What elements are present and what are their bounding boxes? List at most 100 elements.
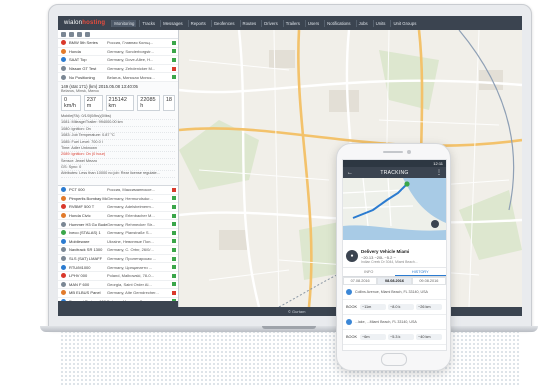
unit-address: Germany, Planstraße S... (107, 230, 152, 236)
unit-icon (61, 273, 66, 279)
unit-row[interactable]: MAN F 600 Georgia, Saint Order Al... (58, 281, 178, 290)
search-icon[interactable] (69, 31, 74, 37)
menu-item-3[interactable]: Reports (187, 19, 208, 27)
unit-name: Iveco (STALAS) 1 (69, 230, 101, 236)
unit-name: Nissan GT Test (69, 66, 97, 72)
connection-status-icon (172, 247, 176, 252)
unit-icon (61, 187, 66, 193)
grid-icon[interactable] (85, 31, 90, 37)
unit-row[interactable]: MB ELBUS Panel Germany, Alte Gerndrecher.… (58, 289, 178, 298)
unit-row[interactable]: SAAT Top Germany, Dove-Allee, H... (58, 56, 178, 65)
date-chip[interactable]: 09.08.2016 (411, 277, 446, 285)
unit-icon (61, 195, 66, 201)
connection-status-icon (172, 196, 176, 201)
more-menu-icon[interactable]: ⋮ (436, 169, 442, 176)
unit-address: Germany, Пролетарская ... (107, 256, 156, 262)
menu-item-10[interactable]: Jobs (355, 19, 370, 27)
settings-icon[interactable] (77, 31, 82, 37)
stat-value: 0 km/h (61, 94, 81, 111)
tab-info[interactable]: INFO (343, 268, 395, 276)
unit-row[interactable]: Honda Civic Germany, Erlenbacher M... (58, 212, 178, 221)
phone-screen: 12:11 ← TRACKING ⋮ ● Delivery Vehicle Mi… (342, 159, 447, 351)
unit-details-panel: 149 (stat 171) (km) 2015.05.08 13:40:05 … (58, 81, 178, 186)
connection-status-icon (172, 230, 176, 235)
menu-item-2[interactable]: Messages (160, 19, 185, 27)
menu-item-11[interactable]: Units (372, 19, 388, 27)
unit-name: PCT 000 (69, 187, 85, 193)
menu-item-5[interactable]: Routes (239, 19, 259, 27)
trip-list: Collins Avenue, Miami Beach, FL 33140, U… (343, 285, 446, 345)
unit-address: Ukraine, Невинные Поп... (107, 238, 154, 244)
unit-address: Poland, Malbowski, 78-0... (107, 273, 154, 279)
unit-icon (61, 230, 66, 236)
menu-item-4[interactable]: Geofences (210, 19, 237, 27)
phone-speaker (383, 151, 403, 153)
back-arrow-icon[interactable]: ← (347, 170, 353, 176)
unit-list-bottom: PCT 000 Россия, Максиманнское... Pimperlis… (58, 186, 178, 307)
unit-address: Germany, Zehdenicker M... (107, 66, 156, 72)
unit-row[interactable]: Hummer H3 Go Budet Germany, Rehmecker Str… (58, 220, 178, 229)
unit-name: MAN F 600 (69, 281, 90, 287)
detail-line: Attributes: Less than 10000 no job: Rear… (61, 171, 175, 178)
unit-icon (61, 264, 66, 270)
unit-row[interactable]: Honda Germany, Sonderborgstr... (58, 48, 178, 57)
trip-metric: ~6m (360, 334, 386, 340)
tab-history[interactable]: HISTORY (394, 268, 446, 276)
menu-item-0[interactable]: Monitoring (111, 19, 137, 27)
unit-address: Germany, Adelsbeimerm... (107, 204, 155, 210)
menu-item-8[interactable]: Users (304, 19, 321, 27)
unit-address: Germany, Цинцинатти ... (107, 264, 152, 270)
trip-row[interactable]: Collins Avenue, Miami Beach, FL 33140, U… (343, 285, 446, 300)
unit-row[interactable]: Navitrack SR 1300 Germany, C. Ortnr, 26/0… (58, 246, 178, 255)
vehicle-card[interactable]: ● Delivery Vehicle Miami ~20.13 ~20L ~5.… (343, 245, 446, 268)
connection-status-icon (172, 282, 176, 287)
trip-address: Collins Avenue, Miami Beach, FL 33140, U… (355, 290, 428, 294)
unit-icon (61, 281, 66, 287)
unit-icon (61, 247, 66, 253)
unit-row[interactable]: No Positioning Belarus, Минская Минск... (58, 73, 178, 82)
trip-row[interactable]: BOOK ~11m ~8.0 k ~26 km (343, 300, 446, 315)
phone-home-button[interactable] (381, 353, 407, 366)
unit-row[interactable]: BMW 5th Series Россия, Главная Кольц... (58, 39, 178, 48)
date-chip[interactable]: 08.08.2016 (377, 277, 412, 285)
trip-tag: BOOK (346, 305, 357, 309)
unit-row[interactable]: Nissan GT Test Germany, Zehdenicker M... (58, 65, 178, 74)
phone-camera (407, 150, 411, 154)
unit-row[interactable]: Pimperlis Bombay MountGermany, Hermundsd… (58, 195, 178, 204)
app-logo: wialonhosting (64, 20, 106, 26)
details-address: Belarus, Minsk, Минск (61, 88, 99, 93)
filter-icon[interactable] (61, 31, 66, 37)
unit-row[interactable]: RTU/M1000 Germany, Цинцинатти ... (58, 263, 178, 272)
vehicle-address: Indian Creek Dr 3044, Miami Beach... (361, 259, 418, 264)
unit-address: Germany, Rehmecker Str... (107, 221, 156, 227)
trip-metric: ~5.3 k (388, 334, 414, 340)
connection-status-icon (172, 204, 176, 209)
unit-row[interactable]: SLS (SAT) LMAFF Germany, Пролетарская ... (58, 255, 178, 264)
trip-metric: ~40 km (416, 334, 442, 340)
unit-row[interactable]: PCT 000 Россия, Максиманнское... (58, 186, 178, 195)
menu-item-9[interactable]: Notifications (324, 19, 352, 27)
unit-address: Germany, Erlenbacher M... (107, 213, 155, 219)
phone-date-selector: 07.08.2016 08.08.2016 09.08.2016 (343, 277, 446, 285)
trip-metric: ~26 km (416, 304, 442, 310)
menu-item-12[interactable]: Unit Groups (390, 19, 418, 27)
phone-map[interactable] (343, 177, 446, 240)
phone-status-bar: 12:11 (343, 160, 446, 167)
unit-address: Germany, Sonderborgstr... (107, 48, 154, 54)
date-chip[interactable]: 07.08.2016 (343, 277, 378, 285)
unit-row[interactable]: RVBMF 500 T Germany, Adelsbeimerm... (58, 203, 178, 212)
vehicle-avatar: ● (346, 250, 358, 262)
unit-name: SLS (SAT) LMAFF (69, 256, 103, 262)
unit-address: Germany, Hermundsdur... (107, 195, 153, 201)
trip-metric: ~11m (360, 304, 386, 310)
unit-row[interactable]: LPHV 000 Poland, Malbowski, 78-0... (58, 272, 178, 281)
unit-icon (61, 204, 66, 210)
trip-row[interactable]: ...lake, ...Miami Beach, FL 33140, USA (343, 315, 446, 330)
menu-item-1[interactable]: Tracks (139, 19, 157, 27)
unit-row[interactable]: Iveco (STALAS) 1 Germany, Planstraße S... (58, 229, 178, 238)
laptop-notch (262, 326, 316, 329)
menu-item-7[interactable]: Trailers (282, 19, 302, 27)
menu-item-6[interactable]: Drivers (261, 19, 280, 27)
unit-row[interactable]: Mobileware Ukraine, Невинные Поп... (58, 238, 178, 247)
trip-row[interactable]: BOOK ~6m ~5.3 k ~40 km (343, 330, 446, 345)
